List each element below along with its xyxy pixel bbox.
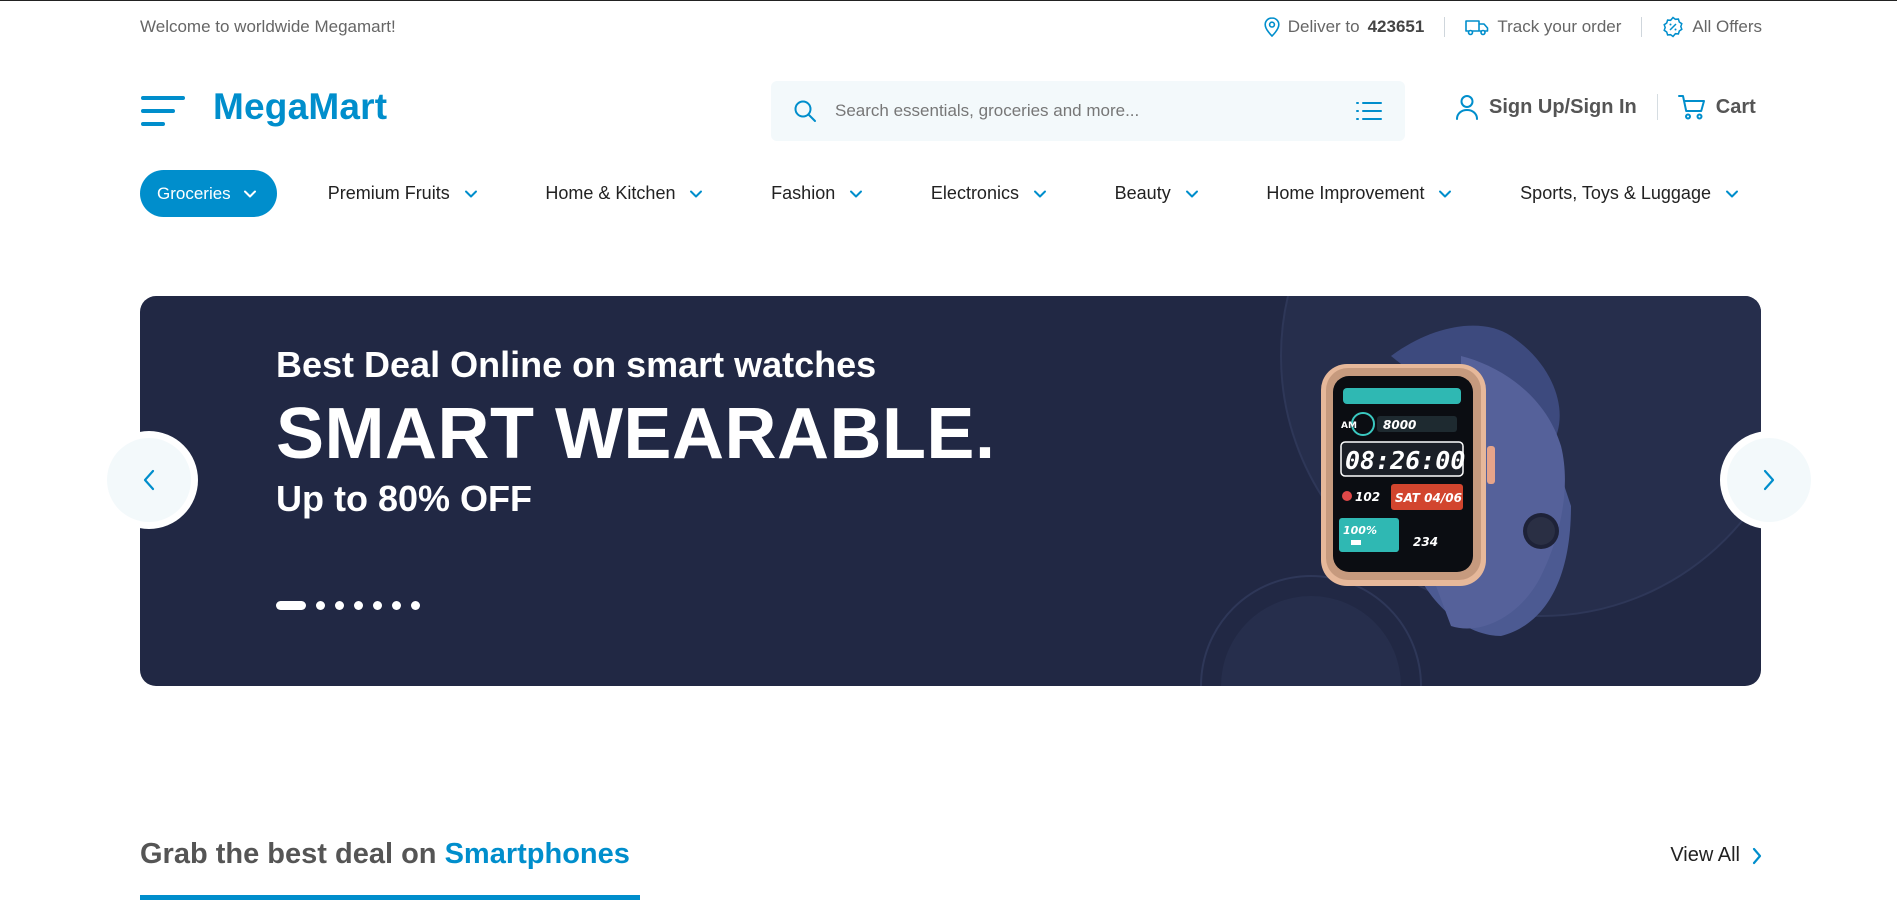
smartphones-section-header: Grab the best deal on Smartphones View A… xyxy=(140,838,1762,902)
category-fashion[interactable]: Fashion xyxy=(771,183,863,204)
watch-time: 08:26:00 xyxy=(1345,446,1465,475)
cart-icon xyxy=(1677,94,1706,120)
site-logo[interactable]: MegaMart xyxy=(213,86,387,128)
hero-offer: Up to 80% OFF xyxy=(276,478,533,519)
hero-text: Best Deal Online on smart watches SMART … xyxy=(276,344,995,520)
category-label: Electronics xyxy=(930,183,1019,203)
view-all-link[interactable]: View All xyxy=(1670,844,1762,867)
carousel-dot[interactable] xyxy=(411,601,420,610)
hamburger-menu-icon[interactable] xyxy=(140,94,186,128)
signin-link[interactable]: Sign Up/Sign In xyxy=(1455,94,1637,120)
category-nav: Groceries Premium Fruits Home & Kitchen … xyxy=(140,170,1762,217)
carousel-prev-inner xyxy=(107,438,191,522)
account-area: Sign Up/Sign In Cart xyxy=(1455,94,1756,120)
watch-steps: 8000 xyxy=(1383,418,1416,432)
truck-icon xyxy=(1465,18,1489,36)
category-label: Home Improvement xyxy=(1266,183,1425,203)
carousel-dot-active[interactable] xyxy=(276,601,306,610)
divider xyxy=(1444,17,1446,37)
welcome-text: Welcome to worldwide Megamart! xyxy=(140,17,396,36)
category-beauty[interactable]: Beauty xyxy=(1115,183,1199,204)
search-input[interactable] xyxy=(835,101,1355,121)
carousel-next-inner xyxy=(1727,438,1811,522)
chevron-down-icon xyxy=(689,189,703,199)
search-icon[interactable] xyxy=(793,99,817,123)
track-order-label: Track your order xyxy=(1497,17,1622,36)
chevron-down-icon xyxy=(1725,189,1739,199)
hero-subtitle: Best Deal Online on smart watches xyxy=(276,344,877,385)
track-order-link[interactable]: Track your order xyxy=(1465,17,1621,37)
smartwatch-image: AM 8000 08:26:00 102 SAT 04/06 100% 234 xyxy=(1161,296,1761,686)
location-pin-icon xyxy=(1264,17,1280,37)
chevron-left-icon xyxy=(142,468,156,492)
watch-heart-rate: 102 xyxy=(1355,490,1380,504)
chevron-down-icon xyxy=(849,189,863,199)
chevron-down-icon xyxy=(1033,189,1047,199)
section-title-prefix: Grab the best deal on xyxy=(140,838,437,870)
chevron-right-icon xyxy=(1752,847,1762,865)
carousel-dots xyxy=(276,601,420,610)
category-groceries[interactable]: Groceries xyxy=(140,170,277,217)
chevron-down-icon xyxy=(1185,189,1199,199)
pincode: 423651 xyxy=(1367,17,1425,36)
top-bar-links: Deliver to 423651 Track your order All O… xyxy=(1264,16,1762,38)
view-all-label: View All xyxy=(1670,844,1740,866)
divider xyxy=(1656,94,1658,120)
watch-date: SAT 04/06 xyxy=(1395,491,1462,505)
carousel-next-button[interactable] xyxy=(1720,431,1818,529)
carousel-prev-button[interactable] xyxy=(100,431,198,529)
deliver-to-link[interactable]: Deliver to 423651 xyxy=(1264,17,1425,37)
chevron-right-icon xyxy=(1762,468,1776,492)
cart-label: Cart xyxy=(1715,95,1756,118)
category-electronics[interactable]: Electronics xyxy=(931,183,1047,204)
filter-list-icon[interactable] xyxy=(1355,100,1383,122)
carousel-dot[interactable] xyxy=(373,601,382,610)
section-underline xyxy=(140,895,640,900)
top-bar: Welcome to worldwide Megamart! Deliver t… xyxy=(140,14,1762,40)
carousel-dot[interactable] xyxy=(354,601,363,610)
category-label: Groceries xyxy=(157,183,231,203)
deliver-prefix: Deliver to xyxy=(1287,17,1360,36)
category-list: Premium Fruits Home & Kitchen Fashion El… xyxy=(328,183,1762,204)
hero-banner[interactable]: AM 8000 08:26:00 102 SAT 04/06 100% 234 … xyxy=(140,296,1761,686)
all-offers-link[interactable]: All Offers xyxy=(1662,16,1762,38)
watch-calories: 234 xyxy=(1413,535,1438,549)
chevron-down-icon xyxy=(243,189,257,199)
all-offers-label: All Offers xyxy=(1692,17,1762,36)
user-icon xyxy=(1455,94,1479,120)
carousel-dot[interactable] xyxy=(316,601,325,610)
search-bar xyxy=(771,81,1405,141)
hero-title: SMART WEARABLE. xyxy=(276,394,996,474)
watch-battery: 100% xyxy=(1343,524,1377,537)
chevron-down-icon xyxy=(464,189,478,199)
category-label: Premium Fruits xyxy=(327,183,450,203)
category-home-kitchen[interactable]: Home & Kitchen xyxy=(545,183,703,204)
divider xyxy=(1641,17,1643,37)
category-label: Sports, Toys & Luggage xyxy=(1520,183,1711,203)
category-label: Fashion xyxy=(771,183,836,203)
category-sports-toys-luggage[interactable]: Sports, Toys & Luggage xyxy=(1520,183,1739,204)
offer-badge-icon xyxy=(1662,16,1684,38)
main-header: MegaMart Sign Up/Sign In Cart xyxy=(140,80,1762,142)
category-premium-fruits[interactable]: Premium Fruits xyxy=(328,183,478,204)
signin-label: Sign Up/Sign In xyxy=(1489,95,1637,118)
cart-link[interactable]: Cart xyxy=(1677,94,1756,120)
category-home-improvement[interactable]: Home Improvement xyxy=(1266,183,1452,204)
category-label: Beauty xyxy=(1114,183,1171,203)
section-title: Grab the best deal on Smartphones xyxy=(140,838,630,871)
carousel-dot[interactable] xyxy=(335,601,344,610)
svg-text:AM: AM xyxy=(1341,421,1357,431)
chevron-down-icon xyxy=(1438,189,1452,199)
section-title-highlight: Smartphones xyxy=(444,838,630,870)
window-top-border xyxy=(0,0,1897,1)
carousel-dot[interactable] xyxy=(392,601,401,610)
category-label: Home & Kitchen xyxy=(545,183,676,203)
